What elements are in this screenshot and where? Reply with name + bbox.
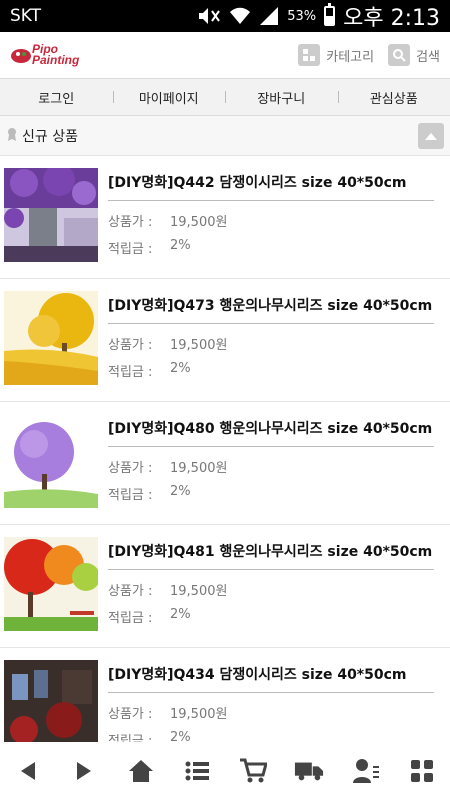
- price-label: 상품가 :: [108, 707, 153, 722]
- product-item[interactable]: [DIY명화]Q442 담쟁이시리즈 size 40*50cm 상품가 : 19,…: [0, 156, 450, 279]
- delivery-icon[interactable]: [294, 756, 324, 786]
- product-points: 2%: [170, 484, 191, 499]
- wifi-icon: [229, 6, 251, 26]
- section-title: 신규 상품: [22, 128, 78, 145]
- product-title[interactable]: [DIY명화]Q480 행운의나무시리즈 size 40*50cm: [108, 418, 434, 447]
- logo[interactable]: Pipo Painting: [10, 43, 80, 67]
- price-label: 상품가 :: [108, 338, 153, 353]
- nav-login[interactable]: 로그인: [0, 79, 113, 115]
- product-image-wisteria[interactable]: [4, 168, 98, 262]
- category-icon: [298, 44, 321, 66]
- product-title[interactable]: [DIY명화]Q473 행운의나무시리즈 size 40*50cm: [108, 295, 434, 324]
- product-list: [DIY명화]Q442 담쟁이시리즈 size 40*50cm 상품가 : 19,…: [0, 156, 450, 744]
- user-icon[interactable]: [351, 756, 381, 786]
- scroll-top-button[interactable]: [418, 122, 444, 149]
- search-button[interactable]: 검색: [388, 44, 440, 66]
- product-item[interactable]: [DIY명화]Q473 행운의나무시리즈 size 40*50cm 상품가 : 1…: [0, 279, 450, 402]
- product-image-yellow-tree[interactable]: [4, 291, 98, 385]
- product-price: 19,500원: [170, 584, 228, 599]
- category-button[interactable]: 카테고리: [298, 44, 374, 66]
- product-title[interactable]: [DIY명화]Q481 행운의나무시리즈 size 40*50cm: [108, 541, 434, 570]
- product-title[interactable]: [DIY명화]Q434 담쟁이시리즈 size 40*50cm: [108, 664, 434, 693]
- badge-icon: [6, 127, 18, 145]
- price-label: 상품가 :: [108, 215, 153, 230]
- nav-mypage[interactable]: 마이페이지: [112, 79, 226, 115]
- product-title[interactable]: [DIY명화]Q442 담쟁이시리즈 size 40*50cm: [108, 172, 434, 201]
- forward-icon[interactable]: [69, 756, 99, 786]
- list-icon[interactable]: [182, 756, 212, 786]
- product-points: 2%: [170, 361, 191, 376]
- points-label: 적립금 :: [108, 365, 153, 380]
- product-price: 19,500원: [170, 707, 228, 722]
- product-item[interactable]: [DIY명화]Q434 담쟁이시리즈 size 40*50cm 상품가 : 19,…: [0, 648, 450, 744]
- search-icon: [388, 44, 411, 66]
- price-label: 상품가 :: [108, 584, 153, 599]
- nav-wishlist[interactable]: 관심상품: [337, 79, 450, 115]
- arrow-up-icon: [425, 132, 437, 140]
- mute-icon: [197, 6, 221, 26]
- home-icon[interactable]: [126, 756, 156, 786]
- product-image-ivy-house[interactable]: [4, 660, 98, 744]
- price-label: 상품가 :: [108, 461, 153, 476]
- grid-icon[interactable]: [407, 756, 437, 786]
- product-item[interactable]: [DIY명화]Q480 행운의나무시리즈 size 40*50cm 상품가 : 1…: [0, 402, 450, 525]
- palette-icon: [11, 49, 31, 63]
- category-label: 카테고리: [326, 49, 375, 65]
- app-header: Pipo Painting 카테고리 검색: [0, 32, 450, 78]
- carrier-label: SKT: [10, 6, 42, 26]
- product-item[interactable]: [DIY명화]Q481 행운의나무시리즈 size 40*50cm 상품가 : 1…: [0, 525, 450, 648]
- logo-line2: Painting: [32, 53, 80, 67]
- cart-icon[interactable]: [238, 756, 268, 786]
- product-points: 2%: [170, 238, 191, 253]
- back-icon[interactable]: [13, 756, 43, 786]
- points-label: 적립금 :: [108, 488, 153, 503]
- product-price: 19,500원: [170, 338, 228, 353]
- product-image-purple-tree[interactable]: [4, 414, 98, 508]
- points-label: 적립금 :: [108, 611, 153, 626]
- bottom-toolbar: [0, 742, 450, 800]
- nav-cart[interactable]: 장바구니: [225, 79, 338, 115]
- battery-percent: 53%: [287, 8, 317, 24]
- product-points: 2%: [170, 607, 191, 622]
- search-label: 검색: [416, 49, 440, 65]
- product-price: 19,500원: [170, 215, 228, 230]
- product-image-red-tree[interactable]: [4, 537, 98, 631]
- product-price: 19,500원: [170, 461, 228, 476]
- signal-icon: [259, 6, 279, 26]
- battery-icon: [324, 3, 336, 26]
- section-header: 신규 상품: [0, 116, 450, 156]
- clock: 오후 2:13: [343, 6, 440, 31]
- main-nav: 로그인 마이페이지 장바구니 관심상품: [0, 78, 450, 116]
- status-bar: SKT 53% 오후 2:13: [0, 0, 450, 32]
- points-label: 적립금 :: [108, 242, 153, 257]
